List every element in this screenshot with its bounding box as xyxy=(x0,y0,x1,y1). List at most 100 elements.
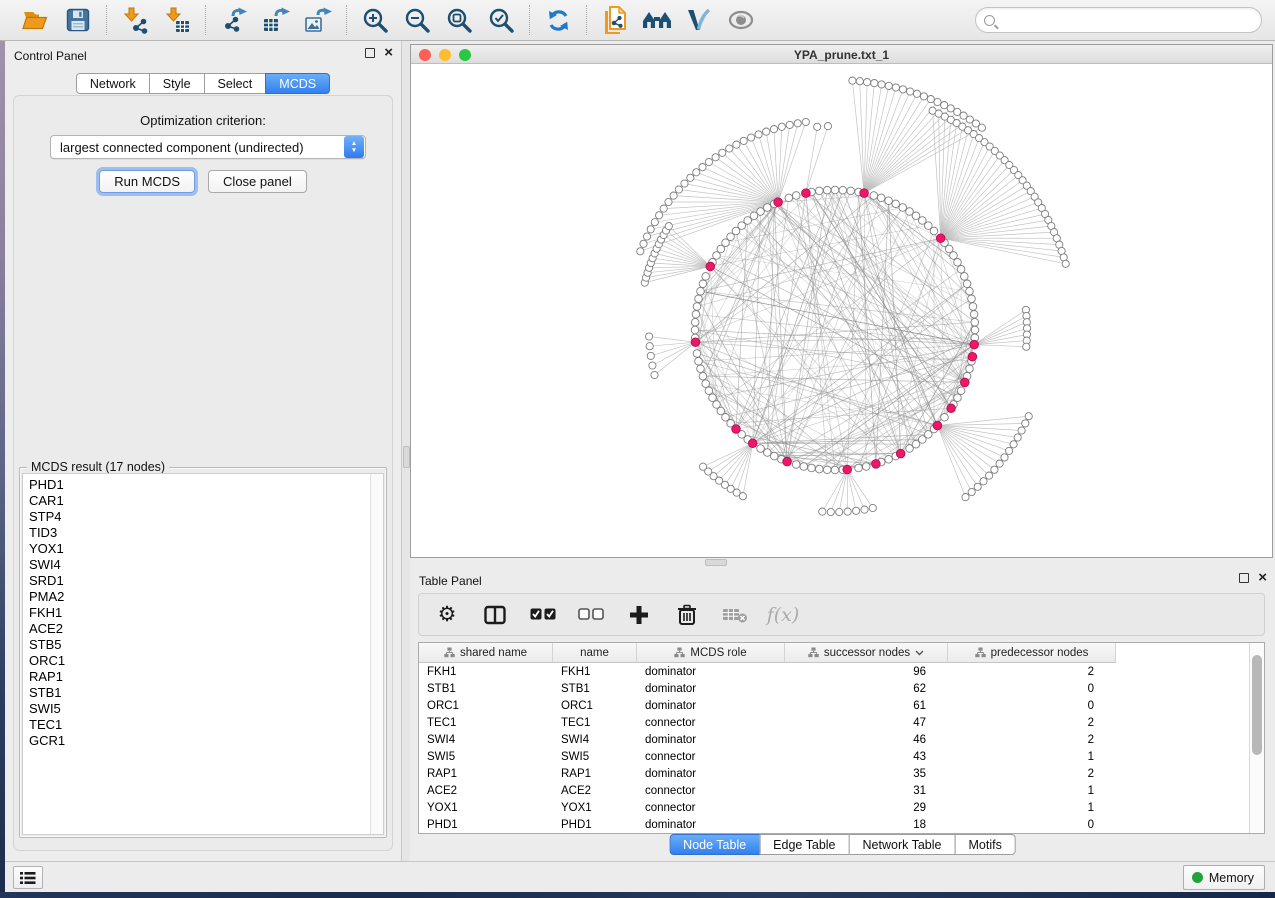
network-node[interactable] xyxy=(660,205,667,212)
refresh-view-icon[interactable] xyxy=(540,4,576,36)
network-node[interactable] xyxy=(757,445,765,453)
export-image-icon[interactable] xyxy=(300,4,336,36)
network-node[interactable] xyxy=(778,123,785,130)
network-canvas[interactable] xyxy=(411,64,1272,557)
network-node[interactable] xyxy=(899,86,906,93)
network-node[interactable] xyxy=(961,273,969,281)
network-node[interactable] xyxy=(687,174,694,181)
network-node[interactable] xyxy=(646,333,653,340)
network-node[interactable] xyxy=(974,483,981,490)
network-node[interactable] xyxy=(1062,260,1069,267)
dominator-node[interactable] xyxy=(947,404,956,413)
float-panel-icon[interactable] xyxy=(365,48,375,58)
mcds-result-item[interactable]: ORC1 xyxy=(29,653,383,669)
network-node[interactable] xyxy=(808,464,816,472)
network-node[interactable] xyxy=(930,227,938,235)
mcds-result-item[interactable]: RAP1 xyxy=(29,669,383,685)
show-columns-icon[interactable] xyxy=(481,601,509,629)
network-graph[interactable] xyxy=(411,64,1272,557)
network-node[interactable] xyxy=(637,248,644,255)
mcds-result-item[interactable]: PMA2 xyxy=(29,589,383,605)
network-node[interactable] xyxy=(941,102,948,109)
network-node[interactable] xyxy=(847,187,855,195)
network-node[interactable] xyxy=(693,303,701,311)
zoom-out-icon[interactable] xyxy=(399,4,435,36)
network-node[interactable] xyxy=(702,273,710,281)
result-list-scrollbar[interactable] xyxy=(370,474,383,834)
network-node[interactable] xyxy=(991,466,998,473)
network-node[interactable] xyxy=(971,318,979,326)
network-node[interactable] xyxy=(823,186,831,194)
new-network-from-selection-icon[interactable] xyxy=(597,4,633,36)
network-node[interactable] xyxy=(794,120,801,127)
network-node[interactable] xyxy=(695,357,703,365)
network-node[interactable] xyxy=(980,478,987,485)
dominator-node[interactable] xyxy=(706,262,715,271)
network-node[interactable] xyxy=(692,311,700,319)
network-node[interactable] xyxy=(824,123,831,130)
network-node[interactable] xyxy=(693,169,700,176)
tab-mcds[interactable]: MCDS xyxy=(265,73,330,94)
network-node[interactable] xyxy=(962,494,969,501)
column-header-successor-nodes[interactable]: successor nodes xyxy=(785,643,948,663)
mcds-result-item[interactable]: PHD1 xyxy=(29,477,383,493)
network-node[interactable] xyxy=(693,350,701,358)
network-node[interactable] xyxy=(1022,420,1029,427)
network-node[interactable] xyxy=(1023,343,1030,350)
task-history-button[interactable] xyxy=(13,866,43,889)
network-node[interactable] xyxy=(861,506,868,513)
close-panel-button[interactable]: Close panel xyxy=(208,170,307,193)
network-node[interactable] xyxy=(941,414,949,422)
network-node[interactable] xyxy=(963,280,971,288)
mcds-result-item[interactable]: STB1 xyxy=(29,685,383,701)
dominator-node[interactable] xyxy=(936,234,945,243)
column-header-predecessor-nodes[interactable]: predecessor nodes xyxy=(948,643,1116,663)
table-scrollbar-thumb[interactable] xyxy=(1252,655,1262,755)
table-row[interactable]: STB1STB1dominator620 xyxy=(419,680,1264,697)
network-node[interactable] xyxy=(996,460,1003,467)
network-node[interactable] xyxy=(699,372,707,380)
network-node[interactable] xyxy=(681,180,688,187)
network-node[interactable] xyxy=(665,223,672,230)
network-node[interactable] xyxy=(647,226,654,233)
dominator-node[interactable] xyxy=(732,425,741,434)
dominator-node[interactable] xyxy=(860,189,869,198)
network-node[interactable] xyxy=(899,204,907,212)
network-node[interactable] xyxy=(705,387,713,395)
network-node[interactable] xyxy=(651,371,658,378)
memory-button[interactable]: Memory xyxy=(1183,865,1265,890)
dominator-node[interactable] xyxy=(802,189,811,198)
mcds-result-item[interactable]: STP4 xyxy=(29,509,383,525)
table-row[interactable]: ORC1ORC1dominator610 xyxy=(419,697,1264,714)
open-file-icon[interactable] xyxy=(18,4,54,36)
mcds-result-item[interactable]: TEC1 xyxy=(29,717,383,733)
network-node[interactable] xyxy=(1018,427,1025,434)
network-node[interactable] xyxy=(771,452,779,460)
horizontal-splitter-handle[interactable] xyxy=(705,559,727,566)
vizmapper-icon[interactable] xyxy=(681,4,717,36)
network-node[interactable] xyxy=(1006,447,1013,454)
dominator-node[interactable] xyxy=(961,378,970,387)
dominator-node[interactable] xyxy=(774,198,783,207)
network-node[interactable] xyxy=(647,352,654,359)
network-node[interactable] xyxy=(827,508,834,515)
network-node[interactable] xyxy=(968,295,976,303)
network-node[interactable] xyxy=(971,326,979,334)
search-input[interactable] xyxy=(1000,10,1261,30)
network-node[interactable] xyxy=(1010,441,1017,448)
network-node[interactable] xyxy=(726,145,733,152)
network-node[interactable] xyxy=(853,507,860,514)
network-node[interactable] xyxy=(819,508,826,515)
network-node[interactable] xyxy=(1025,413,1032,420)
network-node[interactable] xyxy=(844,508,851,515)
network-node[interactable] xyxy=(823,466,831,474)
dominator-node[interactable] xyxy=(968,352,977,361)
network-node[interactable] xyxy=(927,96,934,103)
tab-network[interactable]: Network xyxy=(76,73,150,94)
network-node[interactable] xyxy=(966,365,974,373)
table-row[interactable]: SWI4SWI4dominator462 xyxy=(419,731,1264,748)
network-node[interactable] xyxy=(814,123,821,130)
network-node[interactable] xyxy=(709,394,717,402)
network-node[interactable] xyxy=(970,311,978,319)
network-node[interactable] xyxy=(665,198,672,205)
